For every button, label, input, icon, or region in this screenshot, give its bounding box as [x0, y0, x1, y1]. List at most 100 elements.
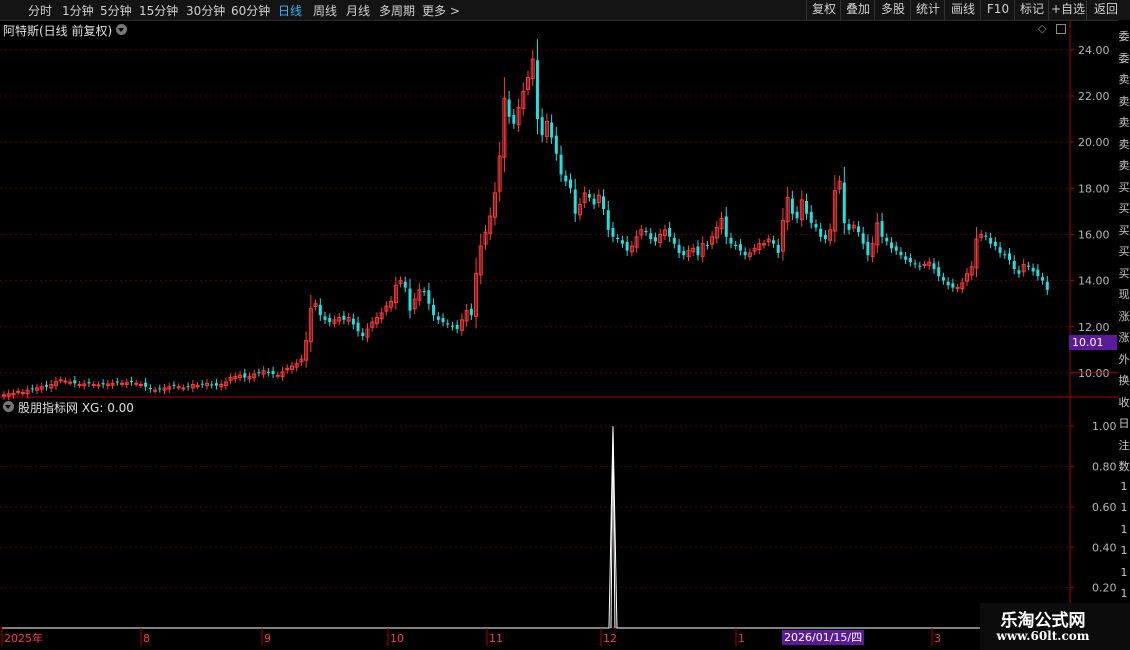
- candle-body-down: [918, 265, 922, 267]
- candle-body-down: [814, 224, 818, 228]
- side-panel-char: 注: [1118, 438, 1130, 452]
- watermark-title: 乐淘公式网: [1000, 611, 1086, 631]
- candle-body-up: [68, 381, 73, 384]
- candle-body-down: [1012, 261, 1016, 270]
- side-panel-char: 卖: [1118, 116, 1130, 129]
- candle-body-down: [880, 221, 884, 237]
- candle-body-down: [885, 237, 889, 242]
- candle-body-down: [805, 201, 809, 214]
- side-panel-char: 买: [1118, 245, 1130, 258]
- indicator-signal-line: [2, 426, 1068, 629]
- candle-body-down: [951, 283, 955, 288]
- candle-body-down: [989, 237, 993, 244]
- candle-body-down: [998, 247, 1002, 253]
- candle-body-down: [743, 251, 747, 256]
- price-tick-label: 14.00: [1078, 275, 1110, 288]
- indicator-tick-label: 0.60: [1092, 501, 1117, 514]
- side-panel-char: 现: [1118, 288, 1130, 301]
- candle-body-down: [937, 267, 941, 276]
- candle-body-down: [101, 383, 105, 385]
- candle-body-down: [894, 246, 898, 251]
- candle-body-up: [195, 385, 200, 388]
- candle-body-down: [573, 189, 577, 214]
- quote-side-panel: 委委卖卖卖卖卖买买买买买现涨涨外换收日注数11111111: [1118, 20, 1130, 650]
- candle-body-down: [266, 371, 270, 373]
- candle-body-down: [1017, 270, 1021, 274]
- candle-body-down: [351, 318, 355, 325]
- side-panel-char: 1: [1120, 565, 1128, 579]
- side-panel-char: 卖: [1118, 137, 1130, 151]
- indicator-tick-label: 0.80: [1092, 461, 1117, 474]
- candle-body-down: [672, 237, 676, 244]
- candle-body-down: [644, 231, 648, 233]
- candle-body-down: [446, 323, 450, 325]
- candle-body-down: [866, 241, 870, 256]
- time-axis-label: 11: [489, 632, 503, 645]
- candle-body-down: [427, 290, 431, 304]
- candle-body-up: [20, 392, 25, 395]
- candle-body-down: [602, 196, 606, 210]
- time-axis-label: 9: [264, 632, 271, 645]
- candle-body-down: [908, 258, 912, 263]
- candle-body-up: [138, 383, 143, 386]
- candle-body-down: [993, 241, 997, 246]
- candle-body-down: [856, 226, 860, 233]
- chevron-down-icon[interactable]: [3, 401, 14, 412]
- candle-body-down: [842, 182, 846, 223]
- side-panel-char: 买: [1118, 266, 1130, 280]
- candle-body-down: [455, 324, 459, 330]
- candle-body-up: [275, 374, 280, 377]
- time-axis-label: 2025年: [4, 631, 43, 645]
- candle-body-up: [120, 382, 125, 385]
- candle-body-down: [625, 241, 629, 251]
- candle-body-down: [889, 242, 893, 249]
- candle-body-up: [96, 384, 101, 387]
- side-panel-char: 买: [1118, 202, 1130, 215]
- candle-body-down: [653, 237, 657, 242]
- time-axis-label: 1: [738, 632, 745, 645]
- candle-body-down: [776, 244, 780, 253]
- candle-body-down: [1008, 253, 1012, 260]
- candle-body-down: [361, 332, 365, 336]
- candle-body-down: [342, 315, 346, 320]
- candle-body-down: [1041, 277, 1045, 281]
- candle-body-down: [535, 60, 539, 120]
- candle-body-down: [1036, 269, 1040, 276]
- time-axis-label: 3: [934, 632, 941, 645]
- candle-body-down: [115, 381, 119, 383]
- candle-body-down: [512, 114, 516, 124]
- side-panel-char: 卖: [1118, 94, 1130, 108]
- candle-body-down: [682, 251, 686, 256]
- time-axis-label: 12: [603, 632, 617, 645]
- candle-body-down: [422, 291, 426, 293]
- candle-body-down: [44, 384, 48, 387]
- side-panel-char: 1: [1120, 501, 1128, 514]
- candle-body-down: [554, 135, 558, 154]
- candle-body-down: [328, 318, 332, 323]
- candle-body-down: [559, 154, 563, 175]
- candle-body-down: [550, 122, 554, 138]
- candle-body-down: [144, 382, 148, 387]
- candle-body-down: [318, 304, 322, 316]
- candle-body-down: [73, 380, 77, 384]
- side-panel-char: 1: [1120, 522, 1128, 536]
- indicator-tick-label: 0.20: [1092, 582, 1117, 595]
- side-panel-char: 收: [1118, 395, 1130, 409]
- candle-body-down: [172, 384, 176, 386]
- candle-body-down: [932, 263, 936, 270]
- side-panel-char: 卖: [1118, 159, 1130, 172]
- candle-body-down: [677, 244, 681, 253]
- side-panel-char: 涨: [1118, 309, 1130, 323]
- date-cursor-badge: 2026/01/15/四: [782, 630, 865, 645]
- candle-body-down: [668, 228, 672, 237]
- watermark-url: www.60lt.com: [996, 629, 1090, 643]
- indicator-title: 股朋指标网 XG: 0.00: [18, 401, 134, 415]
- chart-canvas[interactable]: 24.00 22.00 20.00 18.00 16.00 14.00 12.00 10.00…: [0, 0, 1130, 650]
- price-marker-badge: 10.01: [1069, 335, 1117, 350]
- candle-body-down: [1003, 254, 1007, 256]
- price-tick-label: 22.00: [1078, 90, 1110, 103]
- candle-body-down: [469, 308, 473, 316]
- candle-body-down: [408, 288, 412, 311]
- candle-body-down: [823, 234, 827, 240]
- price-tick-label: 24.00: [1078, 44, 1110, 57]
